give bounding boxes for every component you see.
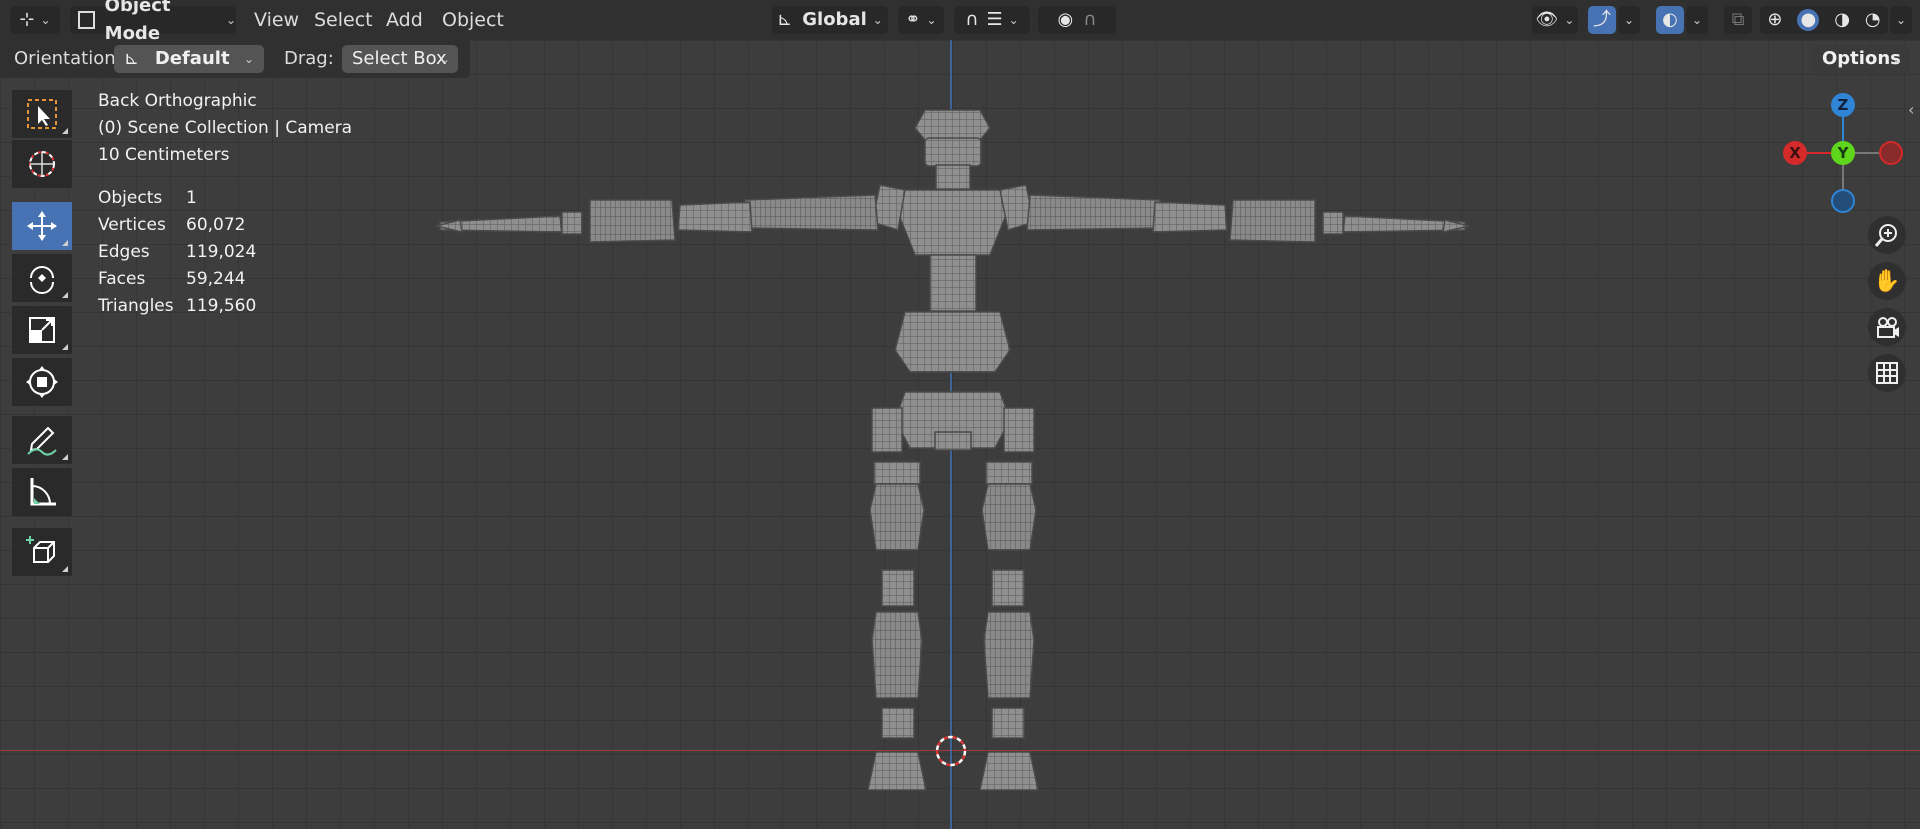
3d-cursor[interactable] [935, 735, 967, 767]
add-cube-tool[interactable] [12, 528, 72, 576]
snap-controls[interactable]: ∩ ☰ ⌄ [954, 6, 1030, 34]
visibility-dropdown[interactable]: 👁 ⌄ [1532, 6, 1578, 34]
grid-scale-label: 10 Centimeters [98, 145, 230, 165]
camera-view-button[interactable] [1868, 308, 1906, 346]
transform-orientation-label: Global [802, 9, 867, 30]
stat-value-edges: 119,024 [186, 242, 257, 262]
cursor-tool[interactable] [12, 140, 72, 188]
viewport-header: ⊹ ⌄ Object Mode ⌄ View Select Add Object … [0, 0, 1920, 44]
drag-label: Drag: [284, 48, 334, 69]
annotate-icon [27, 426, 57, 456]
shading-mode-group: ⊕ ● ◑ ◔ [1760, 6, 1888, 34]
rotate-tool[interactable] [12, 254, 72, 302]
solid-shading-icon[interactable]: ● [1797, 9, 1820, 31]
gizmo-y-axis[interactable]: Y [1831, 141, 1855, 165]
hand-pan-icon: ✋ [1873, 268, 1901, 294]
falloff-curve-icon: ∩ [1083, 9, 1097, 30]
camera-view-icon [1877, 317, 1899, 338]
rendered-shading-icon[interactable]: ◔ [1865, 6, 1881, 34]
editor-type-button[interactable]: ⊹ ⌄ [10, 6, 60, 34]
gizmo-neg-x-axis[interactable] [1879, 141, 1903, 165]
select-box-icon [27, 99, 57, 129]
zoom-button[interactable] [1868, 216, 1906, 254]
move-tool[interactable] [12, 202, 72, 250]
gizmo-toggle-button[interactable]: ⤴ [1588, 6, 1616, 34]
stat-label-objects: Objects [98, 188, 163, 208]
transform-tool[interactable] [12, 358, 72, 406]
orientation-label: Orientation: [14, 48, 122, 69]
stat-value-objects: 1 [186, 188, 197, 208]
add-cube-icon [26, 536, 55, 563]
orientation-axes-icon: ⊾ [777, 9, 793, 30]
transform-orientation-dropdown[interactable]: ⊾ Global ⌄ [772, 6, 888, 34]
options-dropdown[interactable]: Options ⌄ [1812, 45, 1910, 73]
xray-icon: ⧉ [1731, 9, 1745, 30]
transform-icon [26, 366, 58, 398]
drag-dropdown[interactable]: Select Box ⌄ [342, 45, 458, 73]
gizmo-toggle-icon: ⤴ [1593, 9, 1611, 30]
scale-tool[interactable] [12, 306, 72, 354]
orientation-value: Default [154, 48, 230, 69]
gizmo-x-axis[interactable]: X [1783, 141, 1807, 165]
ortho-toggle-button[interactable] [1868, 354, 1906, 392]
object-mode-icon [78, 11, 95, 29]
material-shading-icon[interactable]: ◑ [1834, 6, 1850, 34]
stat-label-triangles: Triangles [98, 296, 174, 316]
menu-object[interactable]: Object [436, 6, 510, 34]
gizmo-z-axis[interactable]: Z [1831, 93, 1855, 117]
link-pivot-icon: ⚭ [905, 9, 921, 30]
eye-icon: 👁 [1535, 9, 1559, 30]
overlay-toggle-button[interactable]: ◐ [1656, 6, 1684, 34]
measure-icon [30, 478, 56, 506]
stat-label-vertices: Vertices [98, 215, 166, 235]
select-box-tool[interactable] [12, 90, 72, 138]
axes-editor-icon: ⊹ [19, 9, 35, 30]
gizmo-dropdown[interactable]: ⌄ [1618, 6, 1640, 34]
rotate-icon [30, 266, 54, 294]
stat-value-triangles: 119,560 [186, 296, 257, 316]
menu-add[interactable]: Add [380, 6, 429, 34]
overlay-dropdown[interactable]: ⌄ [1686, 6, 1708, 34]
scale-icon [29, 317, 55, 343]
proportional-edit-controls[interactable]: ◉ ∩ [1038, 6, 1116, 34]
menu-select[interactable]: Select [308, 6, 379, 34]
stat-label-edges: Edges [98, 242, 150, 262]
pan-button[interactable]: ✋ [1868, 262, 1906, 300]
options-label: Options [1822, 48, 1901, 69]
stat-value-vertices: 60,072 [186, 215, 246, 235]
orientation-gizmo-icon: ⊾ [124, 48, 140, 69]
annotate-tool[interactable] [12, 416, 72, 464]
zoom-icon [1874, 224, 1897, 247]
wireframe-shading-icon[interactable]: ⊕ [1767, 6, 1782, 34]
stat-label-faces: Faces [98, 269, 146, 289]
gizmo-neg-z-axis[interactable] [1831, 189, 1855, 213]
menu-view[interactable]: View [248, 6, 305, 34]
view-name: Back Orthographic [98, 91, 257, 111]
shading-dropdown[interactable]: ⌄ [1890, 6, 1912, 34]
collection-label: (0) Scene Collection | Camera [98, 118, 353, 138]
ortho-grid-icon [1876, 362, 1898, 384]
overlay-toggle-icon: ◐ [1662, 9, 1678, 30]
proportional-edit-icon: ◉ [1057, 9, 1074, 30]
mode-selector[interactable]: Object Mode ⌄ [70, 0, 236, 44]
snap-increment-icon: ☰ [986, 9, 1003, 30]
magnet-icon: ∩ [965, 9, 979, 30]
drag-value: Select Box [352, 48, 447, 69]
cursor-icon [29, 151, 55, 177]
orientation-dropdown[interactable]: ⊾ Default ⌄ [114, 45, 264, 73]
xray-toggle-button[interactable]: ⧉ [1724, 6, 1752, 34]
sidebar-toggle-icon[interactable]: ‹ [1908, 100, 1914, 119]
pivot-point-dropdown[interactable]: ⚭ ⌄ [898, 6, 944, 34]
move-icon [27, 211, 57, 241]
stat-value-faces: 59,244 [186, 269, 246, 289]
measure-tool[interactable] [12, 468, 72, 516]
